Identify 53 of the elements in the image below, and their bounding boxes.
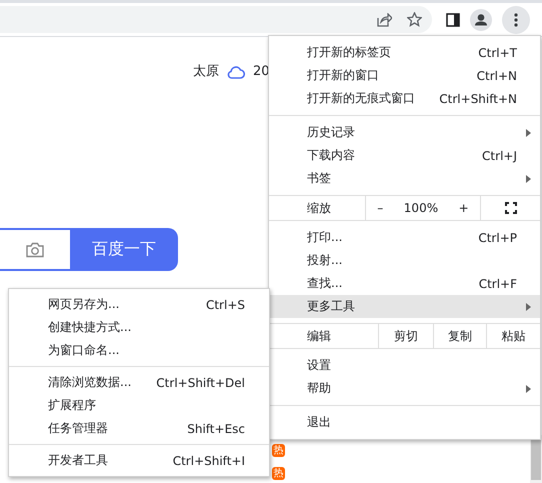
camera-icon[interactable] bbox=[25, 242, 45, 258]
city-label: 太原 bbox=[193, 63, 219, 80]
edit-action-button[interactable]: 粘贴 bbox=[486, 324, 540, 348]
menu-item[interactable]: 为窗口命名... bbox=[48, 342, 265, 359]
menu-button[interactable] bbox=[502, 6, 530, 34]
zoom-value: 100% bbox=[404, 201, 438, 215]
shortcut-label: Ctrl+S bbox=[206, 298, 245, 312]
menu-item[interactable]: 查找... bbox=[307, 275, 479, 292]
menu-item[interactable]: 帮助 bbox=[307, 380, 517, 397]
share-icon[interactable] bbox=[376, 12, 392, 26]
search-button[interactable]: 百度一下 bbox=[70, 228, 178, 271]
edit-label: 编辑 bbox=[307, 328, 331, 344]
menu-item[interactable]: 退出 bbox=[307, 414, 517, 431]
menu-item[interactable]: 打开新的标签页 bbox=[307, 44, 478, 61]
shortcut-label: Shift+Esc bbox=[187, 422, 245, 436]
zoom-in-button[interactable]: + bbox=[456, 201, 471, 215]
menu-item[interactable]: 扩展程序 bbox=[48, 397, 265, 414]
shortcut-label: Ctrl+P bbox=[478, 230, 517, 244]
menu-item[interactable]: 打开新的无痕式窗口 bbox=[307, 90, 440, 107]
zoom-label: 缩放 bbox=[307, 200, 331, 216]
menu-item[interactable]: 投射... bbox=[307, 252, 517, 269]
menu-item[interactable]: 历史记录 bbox=[307, 124, 517, 141]
menu-item[interactable]: 下载内容 bbox=[307, 147, 482, 164]
star-icon[interactable] bbox=[407, 12, 422, 27]
menu-item[interactable]: 书签 bbox=[307, 170, 517, 187]
menu-item[interactable]: 创建快捷方式... bbox=[48, 319, 265, 336]
edit-action-button[interactable]: 复制 bbox=[432, 324, 486, 348]
shortcut-label: Ctrl+F bbox=[478, 276, 517, 290]
shortcut-label: Ctrl+J bbox=[482, 148, 517, 162]
scrollbar[interactable] bbox=[530, 435, 542, 483]
menu-item[interactable]: 网页另存为... bbox=[48, 296, 206, 313]
search-field[interactable] bbox=[0, 228, 70, 271]
shortcut-label: Ctrl+Shift+I bbox=[172, 454, 245, 468]
shortcut-label: Ctrl+N bbox=[476, 68, 517, 82]
menu-item[interactable]: 打印... bbox=[307, 229, 478, 246]
menu-item[interactable]: 打开新的窗口 bbox=[307, 67, 477, 84]
edit-action-button[interactable]: 剪切 bbox=[379, 324, 433, 348]
zoom-out-button[interactable]: – bbox=[375, 201, 386, 215]
shortcut-label: Ctrl+Shift+N bbox=[439, 92, 517, 106]
menu-item[interactable]: 更多工具 bbox=[307, 298, 517, 315]
menu-item[interactable]: 开发者工具 bbox=[48, 452, 173, 469]
menu-item[interactable]: 设置 bbox=[307, 357, 517, 374]
menu-item[interactable]: 任务管理器 bbox=[48, 420, 188, 437]
fullscreen-icon[interactable] bbox=[504, 202, 516, 214]
shortcut-label: Ctrl+Shift+Del bbox=[156, 376, 245, 390]
menu-item[interactable]: 清除浏览数据... bbox=[48, 374, 156, 391]
cloud-icon bbox=[227, 64, 245, 78]
hot-badge: 热 bbox=[272, 444, 285, 457]
side-panel-icon[interactable] bbox=[446, 12, 460, 26]
profile-icon[interactable] bbox=[470, 8, 492, 30]
hot-badge: 热 bbox=[272, 467, 285, 480]
shortcut-label: Ctrl+T bbox=[478, 46, 517, 60]
dots-icon[interactable] bbox=[514, 12, 518, 26]
